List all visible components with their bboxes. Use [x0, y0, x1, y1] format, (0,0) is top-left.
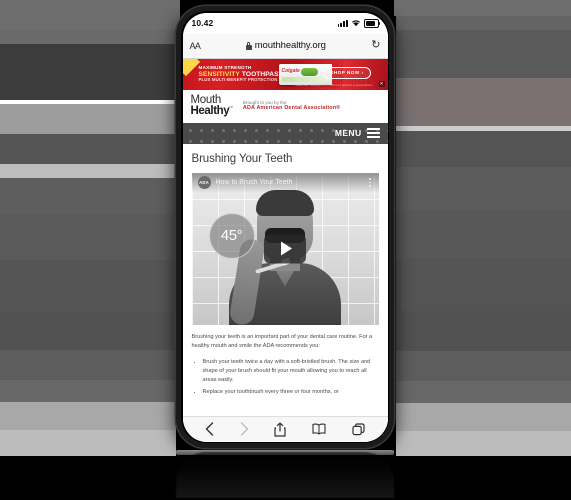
backdrop-stripe: [0, 260, 176, 312]
play-icon: [281, 241, 292, 256]
status-clock: 10.42: [191, 18, 214, 28]
backdrop-stripe: [396, 351, 571, 381]
site-header: Mouth Healthy™ Brought to you by the ADA…: [182, 89, 388, 123]
backdrop-stripe: [0, 214, 176, 260]
backdrop-stripe: [0, 178, 176, 214]
backdrop-stripe: [396, 311, 571, 351]
backdrop-stripe: [0, 456, 176, 500]
backdrop-stripe: [0, 104, 176, 134]
iphone-device-mockup: 10.42 AA mouthhealthy.org ↻ MAXIMUM STRE…: [176, 6, 394, 448]
battery-icon: [363, 18, 380, 28]
phone-bezel: 10.42 AA mouthhealthy.org ↻ MAXIMUM STRE…: [181, 11, 389, 443]
share-icon[interactable]: [274, 421, 287, 437]
video-top-overlay: ADA How to Brush Your Teeth: [191, 172, 379, 193]
hamburger-icon[interactable]: [366, 127, 380, 139]
backdrop-stripe: [396, 30, 571, 78]
person-hair: [256, 189, 314, 216]
product-brand-label: Colgate: [281, 67, 300, 74]
logo-line-2: Healthy™: [190, 105, 234, 117]
backdrop-stripe: [396, 456, 571, 500]
backdrop-stripe: [396, 431, 571, 456]
backdrop-stripe: [0, 164, 176, 178]
product-badge: [300, 67, 318, 76]
book-icon[interactable]: [312, 423, 326, 435]
backdrop-stripe: [0, 312, 176, 350]
browser-toolbar: [182, 415, 388, 442]
backdrop-stripe: [0, 0, 180, 30]
backdrop-stripe: [0, 380, 176, 402]
site-logo[interactable]: Mouth Healthy™: [190, 94, 234, 117]
product-stripe: [281, 76, 330, 82]
brought-line-2: ADA American Dental Association®: [243, 105, 341, 112]
channel-avatar[interactable]: ADA: [197, 176, 211, 189]
reload-icon[interactable]: ↻: [371, 40, 380, 51]
article-body: Brushing Your Teeth ADA How to Brush You…: [182, 143, 388, 416]
text-size-button[interactable]: AA: [190, 41, 201, 51]
brought-to-you-by: Brought to you by the ADA American Denta…: [243, 100, 341, 112]
url-display[interactable]: mouthhealthy.org: [204, 40, 367, 51]
backdrop-stripe: [0, 350, 176, 380]
list-item: Replace your toothbrush every three or f…: [203, 388, 379, 397]
cellular-bars-icon: [337, 19, 348, 27]
angle-badge: 45°: [208, 212, 255, 259]
backdrop-stripe: [0, 134, 176, 164]
wifi-icon: [351, 20, 360, 27]
phone-reflection: [176, 452, 394, 498]
backdrop-stripe: [396, 78, 571, 126]
url-text: mouthhealthy.org: [254, 40, 326, 51]
list-item: Brush your teeth twice a day with a soft…: [203, 358, 379, 385]
backdrop-stripe: [0, 430, 176, 456]
backdrop-stripe: [396, 211, 571, 259]
backdrop-stripe: [394, 0, 571, 16]
backdrop-stripe: [0, 402, 176, 430]
backdrop-stripe: [0, 30, 178, 44]
advertisement-banner[interactable]: MAXIMUM STRENGTH SENSITIVITY TOOTHPASTE …: [182, 58, 388, 90]
backdrop-stripe: [396, 403, 571, 431]
backdrop-stripe: [396, 131, 571, 167]
video-player[interactable]: ADA How to Brush Your Teeth 45°: [191, 172, 379, 325]
backdrop-stripe: [396, 259, 571, 311]
page-title: Brushing Your Teeth: [191, 152, 293, 165]
ad-copy: MAXIMUM STRENGTH SENSITIVITY TOOTHPASTE …: [198, 65, 288, 83]
logo-line-2-text: Healthy: [190, 105, 230, 117]
browser-address-bar[interactable]: AA mouthhealthy.org ↻: [182, 33, 388, 59]
status-bar: 10.42: [182, 12, 388, 34]
ad-line-3: PLUS MULTI-BENEFIT PROTECTION: [198, 76, 278, 82]
shop-now-button[interactable]: SHOP NOW ›: [323, 66, 371, 79]
ad-fine-print: Maximum strength OTC allowed without a p…: [295, 82, 373, 87]
phone-screen: 10.42 AA mouthhealthy.org ↻ MAXIMUM STRE…: [182, 12, 388, 442]
backdrop-stripe: [0, 44, 176, 100]
web-page-viewport: MAXIMUM STRENGTH SENSITIVITY TOOTHPASTE …: [182, 58, 388, 442]
close-icon[interactable]: ✕: [378, 80, 385, 87]
play-button[interactable]: [264, 234, 306, 263]
tabs-icon[interactable]: [352, 422, 365, 436]
backdrop-stripe: [396, 16, 571, 30]
status-icons: [337, 18, 380, 28]
backdrop-stripe: [396, 381, 571, 403]
backdrop-stripe: [396, 167, 571, 211]
back-button[interactable]: [205, 422, 214, 436]
menu-label[interactable]: MENU: [335, 128, 362, 138]
video-title[interactable]: How to Brush Your Teeth: [216, 179, 362, 186]
ad-corner-flag: [182, 58, 200, 76]
article-bullet-list: Brush your teeth twice a day with a soft…: [192, 358, 379, 397]
article-intro-paragraph: Brushing your teeth is an important part…: [191, 333, 373, 349]
site-menu-bar[interactable]: MENU: [182, 122, 388, 144]
lock-icon: [245, 41, 252, 50]
forward-button[interactable]: [240, 422, 249, 436]
ada-full-name: American Dental Association®: [254, 105, 341, 112]
kebab-menu-icon[interactable]: [367, 176, 373, 189]
trademark-symbol: ™: [229, 105, 233, 111]
ada-acronym: ADA: [242, 105, 255, 112]
